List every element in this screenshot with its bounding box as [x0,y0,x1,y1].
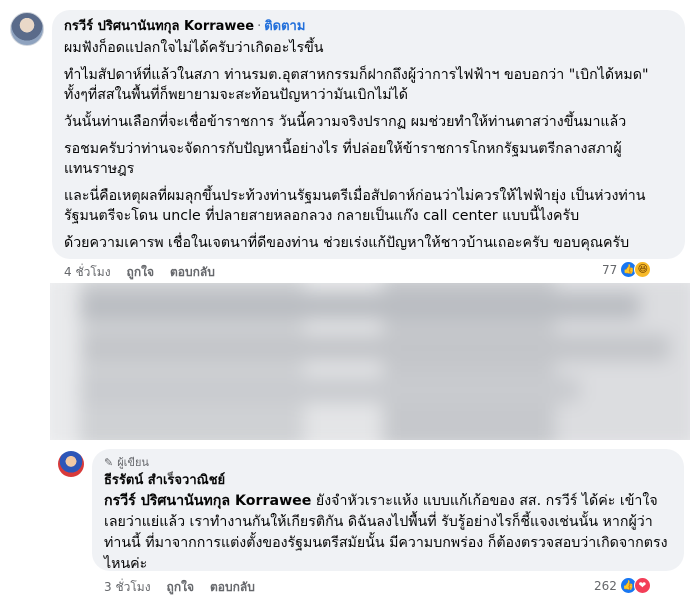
like-button[interactable]: ถูกใจ [167,578,194,597]
reply-reaction-summary[interactable]: 262 👍 ❤ [594,577,651,594]
reaction-count: 262 [594,578,617,593]
pen-icon: ✎ [104,456,114,469]
reaction-count: 77 [602,262,618,277]
reply-author-name[interactable]: ธีรรัตน์ สำเร็จวาณิชย์ [104,472,672,489]
reply-actions: 3 ชั่วโมง ถูกใจ ตอบกลับ [104,578,255,597]
blurred-line [84,335,670,361]
separator-dot: · [257,19,262,34]
blurred-line [80,377,580,403]
comment-bubble: กรวีร์ ปริศนานันทกุล Korrawee · ติดตาม ผมฟ… [52,10,685,259]
comment-actions: 4 ชั่วโมง ถูกใจ ตอบกลับ [64,263,215,282]
reply-button[interactable]: ตอบกลับ [210,578,255,597]
comment-paragraph: ผมฟังก็อดแปลกใจไม่ได้ครับว่าเกิดอะไรขึ้น [64,40,324,56]
reaction-summary[interactable]: 77 👍 😆 [602,261,652,278]
blurred-content [50,283,690,440]
love-reaction-icon: ❤ [633,577,651,594]
commenter-avatar[interactable] [10,12,44,46]
replier-avatar[interactable] [58,451,84,477]
author-badge: ✎ ผู้เขียน [104,456,672,470]
blurred-comment [50,283,690,440]
comment-timestamp[interactable]: 4 ชั่วโมง [64,263,111,282]
reply-timestamp[interactable]: 3 ชั่วโมง [104,578,151,597]
comment-paragraph: ทำไมสัปดาห์ที่แล้วในสภา ท่านรมต.อุตสาหกร… [64,67,649,103]
mention-link[interactable]: กรวีร์ ปริศนานันทกุล Korrawee [104,493,311,509]
comment-author-header: กรวีร์ ปริศนานันทกุล Korrawee · ติดตาม [64,18,673,35]
author-badge-label: ผู้เขียน [117,456,149,469]
like-button[interactable]: ถูกใจ [127,263,154,282]
blurred-line [80,293,640,319]
comment-paragraph: รอชมครับว่าท่านจะจัดการกับปัญหานี้อย่างไ… [64,141,622,177]
reply-text: กรวีร์ ปริศนานันทกุล Korrawee ยังจำหัวเร… [104,491,672,575]
haha-reaction-icon: 😆 [634,261,652,278]
reply-button[interactable]: ตอบกลับ [170,263,215,282]
comment-paragraph: ด้วยความเคารพ เชื่อในเจตนาที่ดีของท่าน ช… [64,235,630,251]
comment-paragraph: และนี่คือเหตุผลที่ผมลุกขึ้นประท้วงท่านรั… [64,188,646,224]
follow-link[interactable]: ติดตาม [264,19,305,34]
comment-paragraph: วันนั้นท่านเลือกที่จะเชื่อข้าราชการ วันน… [64,114,627,130]
reply-bubble: ✎ ผู้เขียน ธีรรัตน์ สำเร็จวาณิชย์ กรวีร์… [92,449,684,572]
comment-author-name[interactable]: กรวีร์ ปริศนานันทกุล Korrawee [64,19,254,34]
